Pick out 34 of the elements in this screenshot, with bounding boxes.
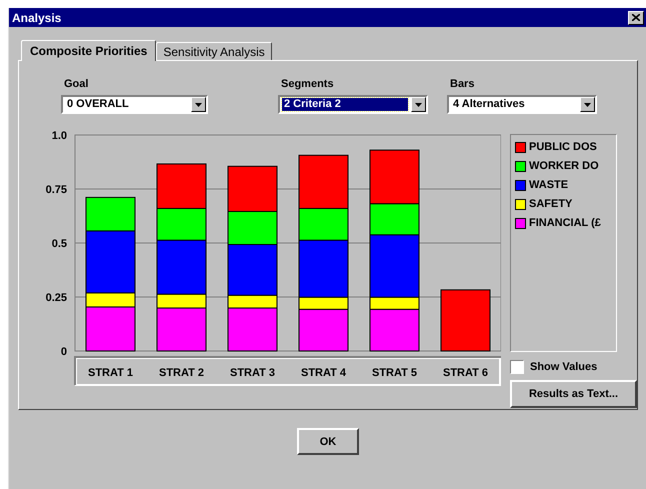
bar-segment [228,166,278,212]
axis-tick-label: 0 [60,346,67,358]
category-label: STRAT 5 [372,367,418,379]
axis-tick-label: 1.0 [52,130,67,142]
legend-label: FINANCIAL (£ [529,217,601,229]
close-icon[interactable] [632,14,640,21]
bar-segment [156,163,206,209]
close-button[interactable] [628,10,644,24]
dropdown[interactable]: 4 Alternatives [447,95,597,114]
tab[interactable]: Sensitivity Analysis [156,42,272,60]
checkbox[interactable] [510,360,524,374]
results-as-text-button[interactable]: Results as Text... [510,380,637,408]
dropdown-label: Segments [280,78,335,90]
dropdown[interactable]: 2 Criteria 2 [278,95,428,114]
category-label: STRAT 3 [230,367,276,379]
legend-label: WORKER DO [529,160,599,172]
legend-label: SAFETY [529,198,572,210]
category-label: STRAT 6 [442,367,488,379]
axis-tick-label: 0.25 [46,292,67,304]
dropdown[interactable]: 0 OVERALL [61,95,208,114]
category-label: STRAT 2 [158,367,204,379]
checkbox-label[interactable]: Show Values [530,361,598,373]
dropdown-label: Bars [449,78,476,90]
tab[interactable]: Composite Priorities [21,40,156,61]
bar-segment [440,289,490,352]
axis-tick-label: 0.75 [46,184,67,196]
window-title: Analysis [12,10,62,24]
axis-tick-label: 0.5 [52,238,67,250]
legend-label: PUBLIC DOS [529,141,597,153]
dropdown-label: Goal [63,78,90,90]
category-label: STRAT 4 [300,367,346,379]
category-label: STRAT 1 [88,367,134,379]
legend-label: WASTE [529,179,568,191]
ok-button[interactable]: OK [297,428,359,455]
